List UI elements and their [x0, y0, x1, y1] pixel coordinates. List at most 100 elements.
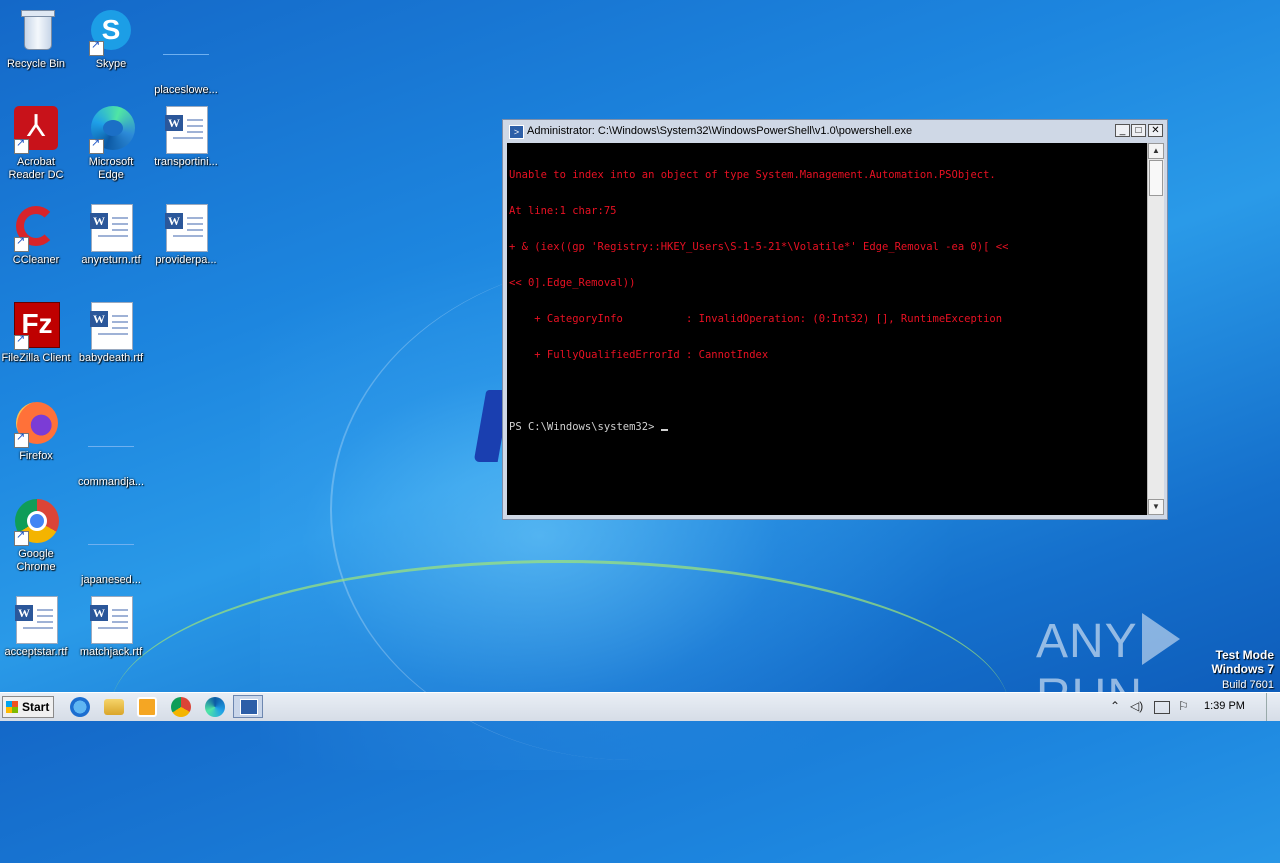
desktop-icon-label: Microsoft Edge	[88, 156, 134, 181]
word-document-icon: W	[162, 204, 210, 252]
desktop-icon-placeslowe[interactable]: placeslowe...	[150, 8, 222, 97]
console-line: Unable to index into an object of type S…	[509, 169, 996, 181]
powershell-icon: >	[509, 125, 524, 139]
blank-file-icon	[87, 426, 135, 474]
shortcut-arrow-icon	[14, 529, 29, 546]
recycle-bin-icon	[12, 8, 60, 56]
start-label: Start	[22, 700, 50, 714]
powershell-window[interactable]: > Administrator: C:\Windows\System32\Win…	[502, 119, 1168, 520]
console-prompt-line[interactable]: PS C:\Windows\system32>	[509, 421, 1147, 433]
desktop-icon-ccleaner[interactable]: CCleaner	[0, 204, 72, 267]
desktop-icon-babydeath[interactable]: W babydeath.rtf	[75, 302, 147, 365]
desktop-icon-label: Skype	[95, 58, 127, 70]
shortcut-arrow-icon	[89, 137, 104, 154]
desktop-icon-label: transportini...	[154, 156, 218, 168]
desktop-icon-transportini[interactable]: W transportini...	[150, 106, 222, 169]
desktop-icon-label: japanesed...	[81, 574, 141, 586]
network-icon[interactable]	[1154, 701, 1170, 714]
desktop-icon-firefox[interactable]: Firefox	[0, 400, 72, 463]
start-button[interactable]: Start	[2, 696, 54, 718]
media-player-icon[interactable]	[137, 697, 157, 717]
desktop-icon-label: CCleaner	[12, 254, 60, 266]
blank-file-icon	[87, 524, 135, 572]
console-line: + FullyQualifiedErrorId : CannotIndex	[509, 349, 769, 361]
edge-icon	[87, 106, 135, 154]
action-center-flag-icon[interactable]: ⚐	[1178, 699, 1189, 713]
file-explorer-icon[interactable]	[104, 699, 124, 715]
desktop-icon-label: Acrobat Reader DC	[8, 156, 64, 181]
desktop-icon-providerpa[interactable]: W providerpa...	[150, 204, 222, 267]
desktop-icon-acceptstar[interactable]: W acceptstar.rtf	[0, 596, 72, 659]
desktop-icon-recycle-bin[interactable]: Recycle Bin	[0, 8, 72, 71]
desktop-icon-label: babydeath.rtf	[78, 352, 144, 364]
console-line: At line:1 char:75	[509, 205, 617, 217]
desktop-icon-label: anyreturn.rtf	[81, 254, 141, 266]
shortcut-arrow-icon	[89, 39, 104, 56]
desktop-icon-label: Firefox	[19, 450, 53, 462]
shortcut-arrow-icon	[14, 333, 29, 350]
desktop-icon-commandja[interactable]: commandja...	[75, 400, 147, 489]
desktop-icon-label: Google Chrome	[16, 548, 56, 573]
taskbar: Start ⌃ ◁) ⚐ 1:39 PM	[0, 692, 1280, 721]
word-document-icon: W	[162, 106, 210, 154]
shortcut-arrow-icon	[14, 137, 29, 154]
console-output[interactable]: Unable to index into an object of type S…	[507, 143, 1147, 515]
filezilla-icon: Fz	[12, 302, 60, 350]
word-document-icon: W	[12, 596, 60, 644]
desktop-icon-label: commandja...	[77, 476, 145, 488]
test-mode-text: Test Mode	[1215, 648, 1274, 662]
desktop-icon-skype[interactable]: S Skype	[75, 8, 147, 71]
desktop-icon-label: acceptstar.rtf	[4, 646, 68, 658]
powershell-taskbar-icon	[240, 699, 258, 715]
desktop-icon-japanesed[interactable]: japanesed...	[75, 498, 147, 587]
shortcut-arrow-icon	[14, 431, 29, 448]
word-document-icon: W	[87, 302, 135, 350]
show-hidden-icons-chevron-icon[interactable]: ⌃	[1110, 699, 1120, 713]
shortcut-arrow-icon	[14, 235, 29, 252]
console-line: + CategoryInfo : InvalidOperation: (0:In…	[509, 313, 1003, 325]
windows-version-text: Windows 7	[1211, 662, 1274, 676]
ccleaner-icon	[12, 204, 60, 252]
window-title: Administrator: C:\Windows\System32\Windo…	[527, 125, 913, 137]
desktop-icon-label: FileZilla Client	[1, 352, 71, 364]
skype-icon: S	[87, 8, 135, 56]
desktop-icon-filezilla[interactable]: Fz FileZilla Client	[0, 302, 72, 365]
desktop-icon-acrobat[interactable]: ⅄ Acrobat Reader DC	[0, 106, 72, 182]
word-document-icon: W	[87, 596, 135, 644]
windows-flag-icon	[6, 701, 18, 713]
desktop-icon-matchjack[interactable]: W matchjack.rtf	[75, 596, 147, 659]
desktop-icon-label: placeslowe...	[154, 84, 218, 96]
scroll-down-arrow-icon[interactable]: ▼	[1148, 499, 1164, 515]
maximize-button[interactable]: □	[1131, 124, 1146, 137]
edge-taskbar-icon[interactable]	[205, 697, 225, 717]
desktop-icon-anyreturn[interactable]: W anyreturn.rtf	[75, 204, 147, 267]
acrobat-icon: ⅄	[12, 106, 60, 154]
window-titlebar[interactable]: > Administrator: C:\Windows\System32\Win…	[503, 120, 1167, 142]
firefox-icon	[12, 400, 60, 448]
volume-icon[interactable]: ◁)	[1130, 699, 1143, 713]
desktop-icon-chrome[interactable]: Google Chrome	[0, 498, 72, 574]
powershell-taskbar-button[interactable]	[233, 695, 263, 718]
console-prompt: PS C:\Windows\system32>	[509, 421, 661, 433]
vertical-scrollbar[interactable]: ▲ ▼	[1147, 143, 1164, 515]
scroll-up-arrow-icon[interactable]: ▲	[1148, 143, 1164, 159]
desktop-icon-label: Recycle Bin	[6, 58, 66, 70]
play-triangle-icon	[1141, 613, 1180, 665]
desktop-icon-label: providerpa...	[155, 254, 217, 266]
text-cursor	[660, 429, 668, 431]
close-button[interactable]: ✕	[1148, 124, 1163, 137]
internet-explorer-icon[interactable]	[70, 697, 90, 717]
chrome-icon	[12, 498, 60, 546]
console-line: << 0].Edge_Removal))	[509, 277, 636, 289]
show-desktop-button[interactable]	[1266, 693, 1280, 721]
chrome-taskbar-icon[interactable]	[171, 697, 191, 717]
desktop-icon-edge[interactable]: Microsoft Edge	[75, 106, 147, 182]
desktop-icon-label: matchjack.rtf	[79, 646, 143, 658]
blank-file-icon	[162, 34, 210, 82]
watermark-left: ANY	[1036, 615, 1138, 668]
console-line: + & (iex((gp 'Registry::HKEY_Users\S-1-5…	[509, 241, 1009, 253]
minimize-button[interactable]: _	[1115, 124, 1130, 137]
taskbar-clock[interactable]: 1:39 PM	[1204, 700, 1245, 712]
scroll-thumb[interactable]	[1149, 160, 1163, 196]
